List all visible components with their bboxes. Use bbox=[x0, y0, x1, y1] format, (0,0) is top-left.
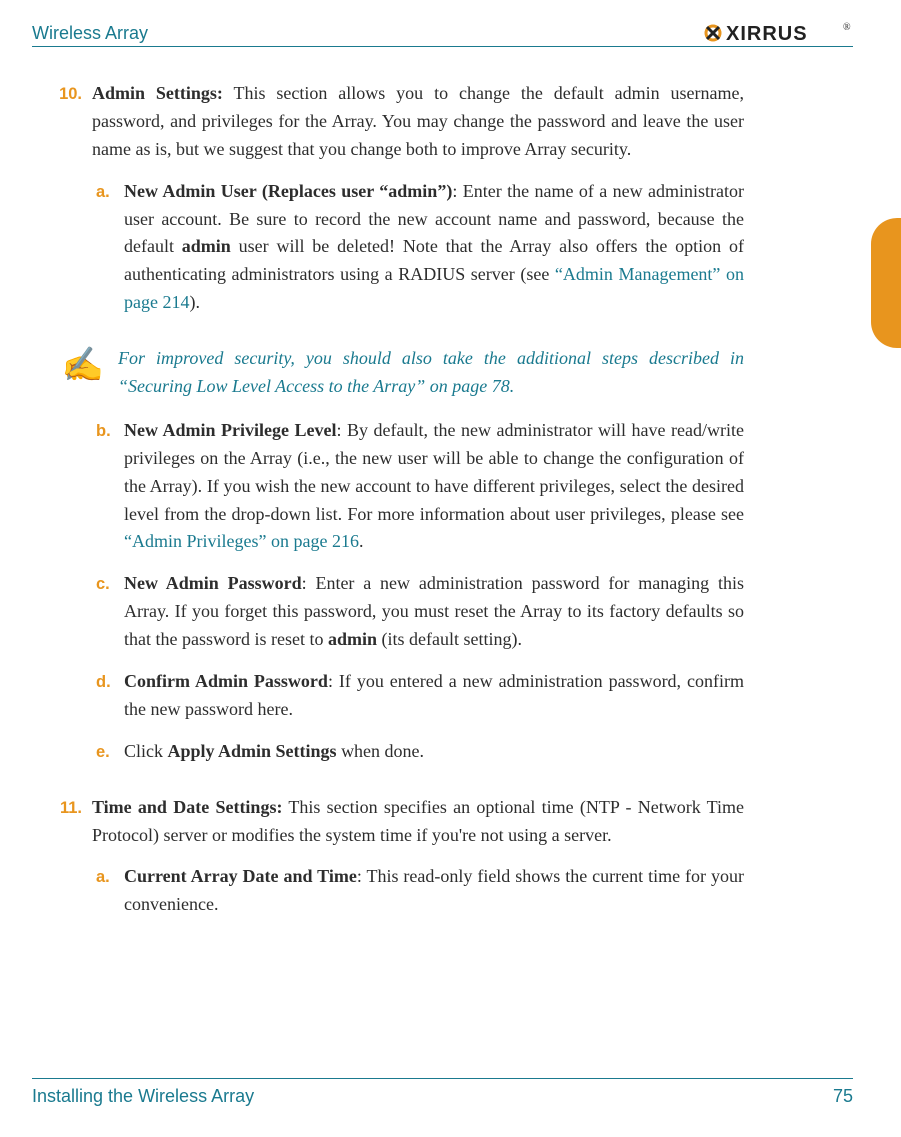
sub-letter: d. bbox=[92, 668, 124, 724]
sub-title: Current Array Date and Time bbox=[124, 866, 357, 886]
header-title: Wireless Array bbox=[32, 23, 148, 44]
sub-body: Current Array Date and Time: This read-o… bbox=[124, 863, 744, 919]
sub-letter: a. bbox=[92, 863, 124, 919]
footer-left: Installing the Wireless Array bbox=[32, 1086, 254, 1107]
sub-item-10c: c. New Admin Password: Enter a new admin… bbox=[92, 570, 744, 654]
sub-item-10e: e. Click Apply Admin Settings when done. bbox=[92, 738, 744, 766]
note-row: ✍ For improved security, you should also… bbox=[48, 345, 744, 401]
sub-letter: c. bbox=[92, 570, 124, 654]
page-header: Wireless Array XIRRUS ® bbox=[32, 20, 853, 46]
sub-title: New Admin User (Replaces user “admin”) bbox=[124, 181, 452, 201]
section-10: 10. Admin Settings: This section allows … bbox=[48, 80, 744, 331]
page: Wireless Array XIRRUS ® 10. Admin Settin… bbox=[0, 0, 901, 1137]
inline-bold-admin: admin bbox=[182, 236, 231, 256]
inline-bold-admin: admin bbox=[328, 629, 377, 649]
sub-title: New Admin Privilege Level bbox=[124, 420, 337, 440]
section-number: 10. bbox=[48, 80, 92, 331]
sub-body: Click Apply Admin Settings when done. bbox=[124, 738, 744, 766]
text: . bbox=[359, 531, 364, 551]
note-text: For improved security, you should also t… bbox=[118, 345, 744, 401]
sub-item-10d: d. Confirm Admin Password: If you entere… bbox=[92, 668, 744, 724]
text: ). bbox=[189, 292, 200, 312]
inline-bold-apply: Apply Admin Settings bbox=[168, 741, 337, 761]
sub-body: New Admin Password: Enter a new administ… bbox=[124, 570, 744, 654]
text: when done. bbox=[337, 741, 424, 761]
xirrus-logo: XIRRUS ® bbox=[703, 20, 853, 46]
section-10-sublist: a. New Admin User (Replaces user “admin”… bbox=[92, 178, 744, 317]
section-11-sublist: a. Current Array Date and Time: This rea… bbox=[92, 863, 744, 919]
section-title: Time and Date Settings: bbox=[92, 797, 282, 817]
section-10-continued: b. New Admin Privilege Level: By default… bbox=[48, 417, 744, 780]
page-footer: Installing the Wireless Array 75 bbox=[32, 1086, 853, 1107]
header-rule bbox=[32, 46, 853, 47]
section-body: Admin Settings: This section allows you … bbox=[92, 80, 744, 331]
main-content: 10. Admin Settings: This section allows … bbox=[48, 80, 744, 947]
page-number: 75 bbox=[833, 1086, 853, 1107]
text: (its default setting). bbox=[377, 629, 522, 649]
section-11: 11. Time and Date Settings: This section… bbox=[48, 794, 744, 934]
svg-text:®: ® bbox=[843, 22, 851, 33]
sub-title: New Admin Password bbox=[124, 573, 302, 593]
sub-letter: b. bbox=[92, 417, 124, 556]
svg-text:XIRRUS: XIRRUS bbox=[726, 23, 808, 45]
write-hand-icon: ✍ bbox=[48, 345, 118, 383]
side-tab bbox=[871, 218, 901, 348]
section-title: Admin Settings: bbox=[92, 83, 223, 103]
section-10-sublist-cont: b. New Admin Privilege Level: By default… bbox=[92, 417, 744, 766]
link-admin-privileges[interactable]: “Admin Privileges” on page 216 bbox=[124, 531, 359, 551]
sub-body: Confirm Admin Password: If you entered a… bbox=[124, 668, 744, 724]
footer-rule bbox=[32, 1078, 853, 1079]
sub-letter: e. bbox=[92, 738, 124, 766]
sub-body: New Admin Privilege Level: By default, t… bbox=[124, 417, 744, 556]
sub-item-10a: a. New Admin User (Replaces user “admin”… bbox=[92, 178, 744, 317]
text: Click bbox=[124, 741, 168, 761]
section-body-cont: b. New Admin Privilege Level: By default… bbox=[92, 417, 744, 780]
section-body: Time and Date Settings: This section spe… bbox=[92, 794, 744, 934]
sub-title: Confirm Admin Password bbox=[124, 671, 328, 691]
sub-letter: a. bbox=[92, 178, 124, 317]
sub-item-10b: b. New Admin Privilege Level: By default… bbox=[92, 417, 744, 556]
section-number: 11. bbox=[48, 794, 92, 934]
spacer bbox=[48, 417, 92, 780]
sub-body: New Admin User (Replaces user “admin”): … bbox=[124, 178, 744, 317]
sub-item-11a: a. Current Array Date and Time: This rea… bbox=[92, 863, 744, 919]
